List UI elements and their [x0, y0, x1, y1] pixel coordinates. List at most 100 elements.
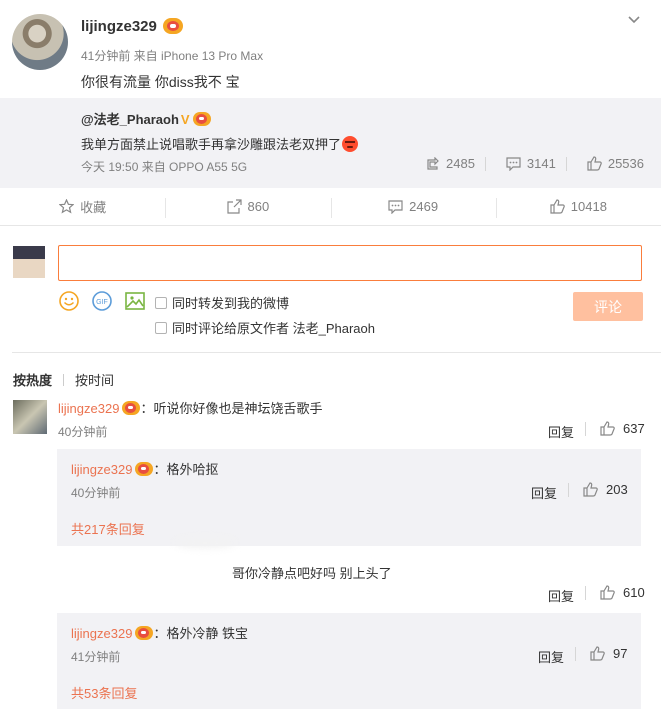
vip-badge-icon — [122, 401, 141, 415]
reply-button[interactable]: 回复 — [548, 586, 574, 605]
sub-replies: lijingze329 ：格外哈抠 40分钟前 回复 203 共217条回复 — [57, 449, 641, 546]
comment-like-count: 637 — [623, 421, 645, 436]
post-text: 你很有流量 你diss我不 宝 — [81, 74, 240, 90]
sub-reply-name[interactable]: lijingze329 — [71, 626, 132, 641]
sub-reply-like-button[interactable]: 203 — [568, 482, 628, 497]
comment-like-count: 610 — [623, 585, 645, 600]
divider — [575, 646, 576, 661]
comment-sort: 按热度 按时间 — [13, 370, 114, 389]
repost-count: 860 — [247, 199, 270, 214]
comment-count-button[interactable]: 3141 — [506, 156, 556, 171]
divider — [484, 156, 486, 171]
comment-count: 3141 — [526, 156, 556, 171]
vip-badge-icon — [135, 626, 154, 640]
thumbs-up-icon — [550, 199, 565, 214]
repost-author[interactable]: @法老_Pharaoh V — [81, 109, 211, 128]
verified-icon: V — [180, 112, 190, 127]
angry-emoji-icon — [342, 136, 359, 152]
sub-reply-body: ：格外冷静 铁宝 — [153, 626, 249, 641]
repost-meta: 今天 19:50 来自 OPPO A55 5G — [81, 160, 248, 174]
comment-time: 40分钟前 — [58, 425, 108, 439]
sub-reply-like-count: 203 — [606, 482, 628, 497]
sub-reply-like-count: 97 — [613, 646, 628, 661]
comment-count: 2469 — [409, 199, 439, 214]
divider — [585, 585, 586, 600]
repost-author-name[interactable]: @法老_Pharaoh — [81, 112, 179, 127]
thumbs-up-icon — [587, 156, 602, 171]
comment-to-author-label: 同时评论给原文作者 法老_Pharaoh — [172, 321, 375, 336]
author-name[interactable]: lijingze329 — [81, 18, 183, 35]
like-count-button[interactable]: 25536 — [587, 156, 644, 171]
view-more-replies-link[interactable]: 共53条回复 — [71, 683, 137, 702]
faded-avatar — [175, 538, 235, 548]
sub-reply-time: 40分钟前 — [71, 486, 121, 500]
divider — [565, 156, 567, 171]
vip-badge-icon — [162, 18, 183, 34]
comment-like-button[interactable]: 610 — [585, 585, 645, 600]
repost-count-button[interactable]: 2485 — [426, 156, 475, 171]
commenter-avatar[interactable] — [13, 400, 47, 434]
favorite-label: 收藏 — [80, 200, 107, 215]
sub-reply-text: lijingze329 ：格外冷静 铁宝 — [71, 623, 248, 642]
comment-body: 哥你冷静点吧好吗 别上头了 — [232, 566, 392, 581]
sub-reply-body: ：格外哈抠 — [153, 462, 219, 477]
share-icon — [427, 156, 439, 170]
reply-button[interactable]: 回复 — [538, 647, 564, 666]
thumbs-up-icon — [583, 482, 598, 497]
repost-stats: 2485 3141 25536 — [426, 156, 644, 171]
share-icon — [226, 199, 242, 214]
comment-text: lijingze329 ：听说你好像也是神坛饶舌歌手 — [58, 398, 322, 417]
repost-text: 我单方面禁止说唱歌手再拿沙雕跟法老双押了 — [81, 134, 359, 153]
vip-badge-icon — [192, 112, 211, 126]
repost-to-my-weibo-option[interactable]: 同时转发到我的微博 — [155, 293, 289, 312]
author-avatar[interactable] — [12, 14, 68, 70]
reply-button[interactable]: 回复 — [531, 483, 557, 502]
comment-icon — [388, 199, 403, 214]
sub-reply-time: 41分钟前 — [71, 650, 121, 664]
comment-input[interactable] — [58, 245, 642, 281]
sub-replies: lijingze329 ：格外冷静 铁宝 41分钟前 回复 97 共53条回复 — [57, 613, 641, 709]
comment-to-author-checkbox[interactable] — [155, 321, 167, 334]
divider — [63, 373, 65, 386]
comment-like-button[interactable]: 637 — [585, 421, 645, 436]
post-action-bar: 收藏 860 2469 10418 — [0, 188, 661, 226]
thumbs-up-icon — [590, 646, 605, 661]
gif-label: GIF — [96, 299, 108, 306]
favorite-button[interactable]: 收藏 — [0, 188, 165, 225]
composer-tools: GIF — [58, 290, 146, 312]
sub-reply-name[interactable]: lijingze329 — [71, 462, 132, 477]
repost-checkbox[interactable] — [155, 296, 167, 309]
comment-button[interactable]: 2469 — [330, 188, 496, 225]
chevron-down-icon[interactable] — [627, 13, 641, 27]
current-user-avatar — [13, 246, 45, 278]
thumbs-up-icon — [600, 421, 615, 436]
repost-button[interactable]: 860 — [165, 188, 330, 225]
sort-by-time-tab[interactable]: 按时间 — [75, 370, 114, 389]
like-button[interactable]: 10418 — [495, 188, 661, 225]
view-more-replies-link[interactable]: 共217条回复 — [71, 519, 145, 538]
divider — [585, 421, 586, 436]
submit-comment-button[interactable]: 评论 — [573, 292, 643, 321]
author-name-text[interactable]: lijingze329 — [81, 18, 157, 35]
gif-icon[interactable]: GIF — [91, 290, 113, 312]
like-count: 25536 — [607, 156, 644, 171]
reposted-content: @法老_Pharaoh V 我单方面禁止说唱歌手再拿沙雕跟法老双押了 今天 19:… — [0, 98, 661, 188]
sub-reply-like-button[interactable]: 97 — [575, 646, 627, 661]
sort-by-hot-tab[interactable]: 按热度 — [13, 370, 52, 389]
image-icon[interactable] — [124, 290, 146, 312]
repost-text-body: 我单方面禁止说唱歌手再拿沙雕跟法老双押了 — [81, 137, 342, 152]
emoji-icon[interactable] — [58, 290, 80, 312]
divider — [12, 352, 661, 353]
sub-reply-text: lijingze329 ：格外哈抠 — [71, 459, 218, 478]
star-icon — [59, 199, 75, 214]
comment-body: ：听说你好像也是神坛饶舌歌手 — [140, 401, 323, 416]
thumbs-up-icon — [600, 585, 615, 600]
comment-icon — [506, 156, 521, 171]
repost-count: 2485 — [446, 156, 475, 171]
reply-button[interactable]: 回复 — [548, 422, 574, 441]
comment-to-author-option[interactable]: 同时评论给原文作者 法老_Pharaoh — [155, 318, 375, 337]
post-meta: 41分钟前 来自 iPhone 13 Pro Max — [81, 49, 264, 63]
repost-option-label: 同时转发到我的微博 — [172, 296, 290, 311]
commenter-name[interactable]: lijingze329 — [58, 401, 119, 416]
vip-badge-icon — [135, 462, 154, 476]
